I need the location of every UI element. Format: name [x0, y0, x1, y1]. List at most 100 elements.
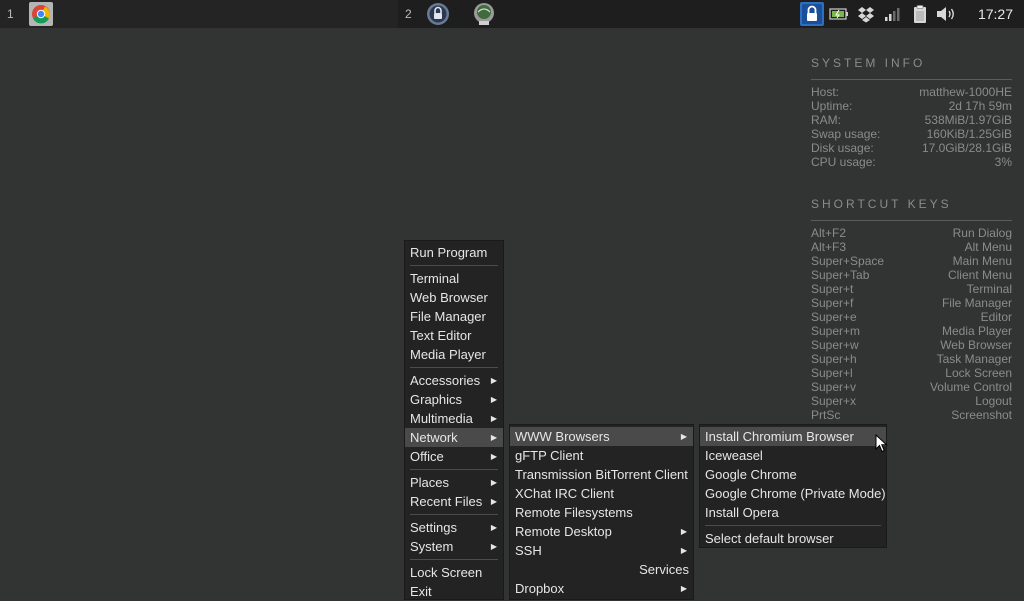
- system-info-row: RAM: 538MiB/1.97GiB: [811, 113, 1012, 127]
- shortcut-action-value: Run Dialog: [952, 226, 1012, 240]
- menu-item-network[interactable]: Network ▶: [405, 428, 503, 447]
- shortcut-key-label: Alt+F2: [811, 226, 847, 240]
- clipboard-icon[interactable]: [910, 4, 930, 24]
- shortcut-action-value: Editor: [980, 310, 1012, 324]
- dropbox-icon[interactable]: [856, 4, 876, 24]
- shortcut-keys-title: SHORTCUT KEYS: [811, 197, 1012, 221]
- submenu-arrow-icon: ▶: [490, 376, 497, 385]
- menu-item-run-program[interactable]: Run Program: [405, 243, 503, 262]
- menu-item-exit[interactable]: Exit: [405, 582, 503, 601]
- shortcut-key-row: Alt+F3 Alt Menu: [811, 240, 1012, 254]
- system-info-row: CPU usage: 3%: [811, 155, 1012, 169]
- shortcut-action-value: Task Manager: [936, 352, 1012, 366]
- shortcut-key-row: Super+l Lock Screen: [811, 366, 1012, 380]
- menu-item-text-editor[interactable]: Text Editor: [405, 326, 503, 345]
- menu-item-multimedia[interactable]: Multimedia ▶: [405, 409, 503, 428]
- menu-item-remote-desktop[interactable]: Remote Desktop ▶: [510, 522, 693, 541]
- menu-item-remote-filesystems[interactable]: Remote Filesystems: [510, 503, 693, 522]
- shortcut-key-label: Super+Tab: [811, 268, 870, 282]
- system-info-row: Swap usage: 160KiB/1.25GiB: [811, 127, 1012, 141]
- shortcut-key-label: Alt+F3: [811, 240, 847, 254]
- menu-item-settings[interactable]: Settings ▶: [405, 518, 503, 537]
- screen-icon[interactable]: [472, 2, 496, 26]
- menu-item-dropbox[interactable]: Dropbox ▶: [510, 579, 693, 598]
- system-info-label: Swap usage:: [811, 127, 881, 141]
- chrome-icon[interactable]: [29, 2, 53, 26]
- menu-item-file-manager[interactable]: File Manager: [405, 307, 503, 326]
- submenu-arrow-icon: ▶: [490, 433, 497, 442]
- shortcut-key-row: Super+t Terminal: [811, 282, 1012, 296]
- menu-item-ssh[interactable]: SSH ▶: [510, 541, 693, 560]
- menu-item-terminal[interactable]: Terminal: [405, 269, 503, 288]
- workspace-2[interactable]: 2: [398, 0, 796, 28]
- menu-item-accessories[interactable]: Accessories ▶: [405, 371, 503, 390]
- system-info-title: SYSTEM INFO: [811, 56, 1012, 80]
- shortcut-key-label: Super+Space: [811, 254, 885, 268]
- submenu-arrow-icon: ▶: [490, 478, 497, 487]
- menu-item-install-opera[interactable]: Install Opera: [700, 503, 886, 522]
- system-info-value: 160KiB/1.25GiB: [926, 127, 1012, 141]
- submenu-arrow-icon: ▶: [490, 395, 497, 404]
- shortcut-action-value: Logout: [975, 394, 1012, 408]
- lock-tray-icon[interactable]: [800, 2, 824, 26]
- menu-item-google-chrome-private[interactable]: Google Chrome (Private Mode): [700, 484, 886, 503]
- system-info-value: matthew-1000HE: [919, 85, 1012, 99]
- menu-item-google-chrome[interactable]: Google Chrome: [700, 465, 886, 484]
- shortcut-action-value: Web Browser: [940, 338, 1012, 352]
- signal-icon[interactable]: [882, 4, 902, 24]
- menu-item-gftp-client[interactable]: gFTP Client: [510, 446, 693, 465]
- lock-icon[interactable]: [426, 2, 450, 26]
- menu-item-graphics[interactable]: Graphics ▶: [405, 390, 503, 409]
- menu-item-recent-files[interactable]: Recent Files ▶: [405, 492, 503, 511]
- submenu-arrow-icon: ▶: [680, 527, 687, 536]
- menu-item-install-chromium[interactable]: Install Chromium Browser: [700, 427, 886, 446]
- shortcut-action-value: Alt Menu: [964, 240, 1012, 254]
- menu-separator: [405, 556, 503, 563]
- network-submenu: WWW Browsers ▶ gFTP Client Transmission B…: [509, 424, 694, 600]
- volume-icon[interactable]: [935, 4, 959, 24]
- menu-item-system[interactable]: System ▶: [405, 537, 503, 556]
- menu-item-www-browsers[interactable]: WWW Browsers ▶: [510, 427, 693, 446]
- taskbar: 1 2 17:27: [0, 0, 1024, 28]
- shortcut-action-value: Lock Screen: [945, 366, 1012, 380]
- menu-header-services: Services: [639, 562, 689, 577]
- menu-item-web-browser[interactable]: Web Browser: [405, 288, 503, 307]
- menu-item-select-default-browser[interactable]: Select default browser: [700, 529, 886, 548]
- menu-item-places[interactable]: Places ▶: [405, 473, 503, 492]
- menu-item-label: Dropbox: [515, 581, 565, 596]
- menu-item-label: Network: [410, 430, 458, 445]
- system-info-row: Uptime: 2d 17h 59m: [811, 99, 1012, 113]
- shortcut-action-value: Volume Control: [929, 380, 1012, 394]
- system-info-value: 17.0GiB/28.1GiB: [921, 141, 1012, 155]
- system-info-value: 3%: [994, 155, 1012, 169]
- submenu-arrow-icon: ▶: [680, 546, 687, 555]
- mouse-cursor-icon: [875, 434, 888, 453]
- shortcut-key-row: Super+x Logout: [811, 394, 1012, 408]
- menu-item-label: Accessories: [410, 373, 481, 388]
- shortcut-key-row: Super+f File Manager: [811, 296, 1012, 310]
- clock[interactable]: 17:27: [978, 0, 1013, 28]
- shortcut-key-label: Super+m: [811, 324, 861, 338]
- menu-separator: [405, 511, 503, 518]
- submenu-arrow-icon: ▶: [680, 584, 687, 593]
- menu-separator: [405, 466, 503, 473]
- system-info-label: Uptime:: [811, 99, 853, 113]
- menu-item-iceweasel[interactable]: Iceweasel: [700, 446, 886, 465]
- menu-item-xchat[interactable]: XChat IRC Client: [510, 484, 693, 503]
- shortcut-key-row: Super+m Media Player: [811, 324, 1012, 338]
- shortcut-key-row: Super+Tab Client Menu: [811, 268, 1012, 282]
- system-info-panel: SYSTEM INFO Host: matthew-1000HE Uptime: 2d…: [811, 56, 1012, 422]
- menu-separator: [700, 522, 886, 529]
- menu-item-label: WWW Browsers: [515, 429, 610, 444]
- menu-separator: [405, 262, 503, 269]
- menu-item-lock-screen[interactable]: Lock Screen: [405, 563, 503, 582]
- submenu-arrow-icon: ▶: [490, 497, 497, 506]
- menu-item-media-player[interactable]: Media Player: [405, 345, 503, 364]
- submenu-arrow-icon: ▶: [490, 452, 497, 461]
- battery-icon[interactable]: [829, 4, 849, 24]
- menu-item-transmission[interactable]: Transmission BitTorrent Client: [510, 465, 693, 484]
- workspace-1[interactable]: 1: [0, 0, 398, 28]
- menu-item-office[interactable]: Office ▶: [405, 447, 503, 466]
- system-info-label: Host:: [811, 85, 840, 99]
- shortcut-key-row: Super+w Web Browser: [811, 338, 1012, 352]
